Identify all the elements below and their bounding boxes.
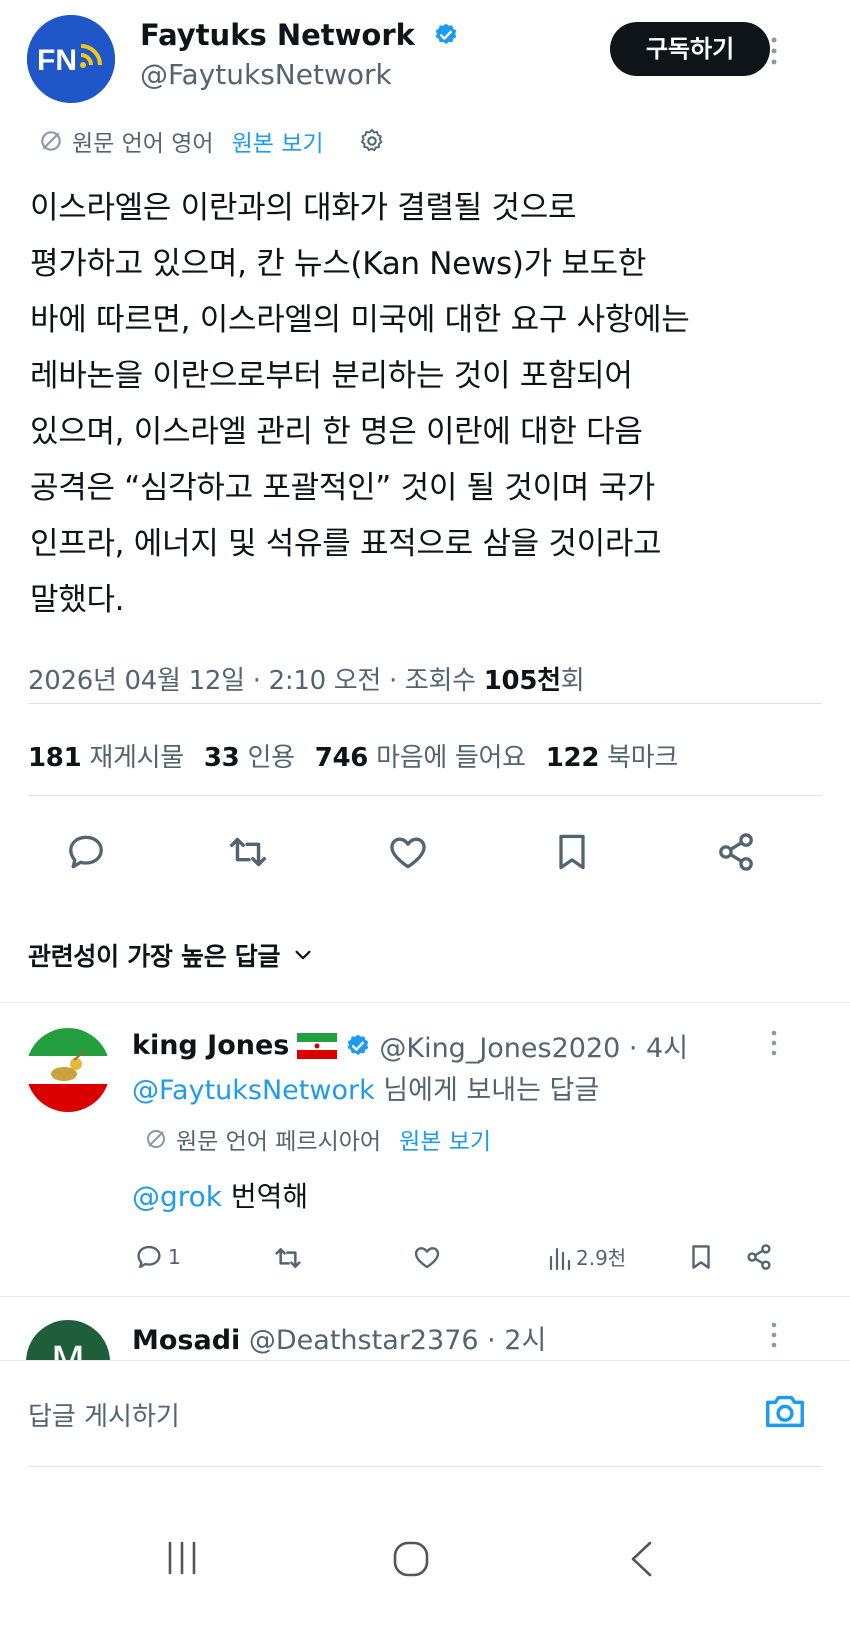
back-icon[interactable]	[626, 1540, 656, 1578]
repost-icon	[272, 1242, 304, 1274]
comment-icon	[134, 1242, 164, 1272]
translation-note: 원문 언어 영어	[72, 131, 214, 157]
divider	[28, 703, 822, 704]
reply-header: king Jones @King_Jones2020 · 4시	[132, 1026, 688, 1065]
camera-icon[interactable]	[762, 1388, 808, 1434]
reply-to-line: @FaytuksNetwork 님에게 보내는 답글	[132, 1068, 599, 1107]
reply-views-button[interactable]: 2.9천	[548, 1242, 626, 1271]
tweet-text: 이스라엘은 이란과의 대화가 결렬될 것으로 평가하고 있으며, 칸 뉴스(Ka…	[30, 190, 690, 618]
reply-show-original-link[interactable]: 원본 보기	[399, 1122, 491, 1156]
stat-value: 181	[28, 743, 82, 773]
account-name-text: Faytuks Network	[140, 18, 415, 52]
stat-quotes[interactable]: 33 인용	[204, 737, 295, 774]
home-icon[interactable]	[392, 1540, 430, 1578]
engagement-stats: 181 재게시물 33 인용 746 마음에 들어요 122 북마크	[28, 737, 678, 774]
more-options-icon[interactable]	[768, 36, 780, 66]
repost-icon	[225, 829, 271, 875]
verified-badge-icon	[345, 1033, 371, 1059]
reply-comment-button[interactable]: 1	[134, 1242, 181, 1272]
reply-translation-row: 원문 언어 페르시아어 원본 보기	[144, 1122, 491, 1156]
reply-author-name[interactable]: Mosadi	[132, 1325, 240, 1356]
reply-translation-note: 원문 언어 페르시아어	[176, 1129, 382, 1155]
stat-label: 마음에 들어요	[376, 743, 526, 773]
heart-icon	[386, 830, 430, 874]
translate-icon	[38, 128, 64, 154]
subscribe-button[interactable]: 구독하기	[610, 22, 770, 76]
account-name[interactable]: Faytuks Network	[140, 18, 459, 52]
more-options-icon[interactable]	[768, 1030, 780, 1056]
reply-sort-dropdown[interactable]: 관련성이 가장 높은 답글	[28, 937, 314, 973]
stat-label: 재게시물	[89, 743, 184, 773]
tweet-date: 2026년 04월 12일 · 2:10 오전 · 조회수	[28, 666, 484, 696]
stat-reposts[interactable]: 181 재게시물	[28, 737, 184, 774]
settings-gear-icon[interactable]	[358, 127, 386, 155]
reply-author-name[interactable]: king Jones	[132, 1030, 289, 1061]
verified-badge-icon	[433, 22, 459, 48]
reply-body: 번역해	[222, 1180, 309, 1213]
account-handle[interactable]: @FaytuksNetwork	[140, 58, 392, 91]
stat-label: 인용	[247, 743, 295, 773]
stat-label: 북마크	[607, 743, 679, 773]
reply-count: 1	[168, 1245, 181, 1269]
share-button[interactable]	[712, 828, 760, 876]
reply-bookmark-button[interactable]	[686, 1242, 716, 1272]
like-button[interactable]	[384, 828, 432, 876]
stat-likes[interactable]: 746 마음에 들어요	[315, 737, 526, 774]
reply-author-handle[interactable]: @Deathstar2376 · 2시	[249, 1325, 546, 1356]
share-icon	[714, 830, 758, 874]
show-original-link[interactable]: 원본 보기	[232, 124, 324, 158]
reply-to-suffix: 님에게 보내는 답글	[374, 1075, 600, 1106]
comment-icon	[64, 830, 108, 874]
chevron-down-icon	[292, 944, 314, 966]
views-chart-icon	[548, 1243, 572, 1271]
stat-value: 746	[314, 743, 369, 773]
share-icon	[744, 1242, 774, 1272]
avatar-logo-text: FN	[37, 44, 77, 77]
reply-button[interactable]	[62, 828, 110, 876]
iran-flag-icon	[297, 1032, 338, 1059]
views-suffix: 회	[560, 666, 585, 696]
stat-value: 122	[545, 743, 600, 773]
tweet-meta: 2026년 04월 12일 · 2:10 오전 · 조회수 105천회	[28, 660, 585, 697]
reply-author-handle[interactable]: @King_Jones2020 · 4시	[379, 1026, 688, 1065]
divider	[0, 1002, 850, 1003]
reply-composer-placeholder[interactable]: 답글 게시하기	[28, 1396, 180, 1433]
reply-avatar[interactable]	[26, 1028, 110, 1112]
translation-row: 원문 언어 영어 원본 보기	[38, 124, 386, 158]
account-avatar[interactable]: FN	[27, 15, 115, 103]
divider	[28, 1466, 822, 1467]
recent-apps-icon[interactable]	[166, 1540, 198, 1576]
reply-repost-button[interactable]	[272, 1242, 304, 1274]
bookmark-button[interactable]	[548, 828, 596, 876]
reply-text: @grok 번역해	[132, 1175, 308, 1215]
reply-to-handle[interactable]: @FaytuksNetwork	[132, 1075, 375, 1106]
reply-header: Mosadi @Deathstar2376 · 2시	[132, 1318, 546, 1357]
divider	[28, 795, 822, 796]
views-count: 105천	[483, 666, 561, 696]
repost-button[interactable]	[224, 828, 272, 876]
heart-icon	[412, 1242, 442, 1272]
bookmark-icon	[686, 1242, 716, 1272]
bookmark-icon	[550, 830, 594, 874]
stat-bookmarks[interactable]: 122 북마크	[545, 737, 679, 774]
reply-like-button[interactable]	[412, 1242, 442, 1272]
stat-value: 33	[203, 743, 240, 773]
translate-icon	[144, 1127, 168, 1151]
reply-share-button[interactable]	[744, 1242, 774, 1272]
more-options-icon[interactable]	[768, 1322, 780, 1348]
mention-link[interactable]: @grok	[132, 1180, 222, 1213]
reply-sort-label: 관련성이 가장 높은 답글	[28, 942, 281, 971]
divider	[0, 1296, 850, 1297]
reply-views-count: 2.9천	[576, 1246, 627, 1270]
